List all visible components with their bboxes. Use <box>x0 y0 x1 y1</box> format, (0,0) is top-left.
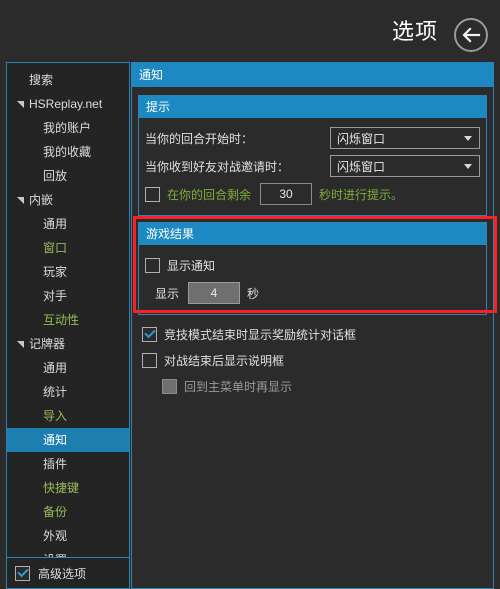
sidebar-item-label: 窗口 <box>43 241 67 255</box>
option-label-0: 竞技模式结束时显示奖励统计对话框 <box>164 326 356 343</box>
back-button[interactable] <box>454 18 488 52</box>
sidebar-item-label: 回放 <box>43 169 67 183</box>
sidebar-item-label: 外观 <box>43 529 67 543</box>
sidebar-item-label: HSReplay.net <box>29 97 102 111</box>
content-area: 搜索HSReplay.net我的账户我的收藏回放内嵌通用窗口玩家对手互动性记牌器… <box>0 62 500 589</box>
option-row-0[interactable]: 竞技模式结束时显示奖励统计对话框 <box>138 321 487 347</box>
sidebar-item-3[interactable]: 我的收藏 <box>7 140 129 164</box>
row-show-notification: 显示通知 <box>145 251 480 279</box>
notification-duration-input[interactable] <box>188 282 240 304</box>
sidebar-item-5[interactable]: 内嵌 <box>7 188 129 212</box>
sidebar-item-label: 设置 <box>43 553 67 557</box>
sidebar-item-18[interactable]: 备份 <box>7 500 129 524</box>
sidebar-item-label: 通知 <box>43 433 67 447</box>
friend-challenge-dropdown[interactable]: 闪烁窗口 <box>330 155 480 177</box>
friend-challenge-label: 当你收到好友对战邀请时： <box>145 158 289 175</box>
option-checkbox-2 <box>162 379 177 394</box>
sidebar-item-14[interactable]: 导入 <box>7 404 129 428</box>
arrow-left-icon <box>461 27 481 43</box>
sidebar-item-label: 统计 <box>43 385 67 399</box>
sidebar-item-2[interactable]: 我的账户 <box>7 116 129 140</box>
option-checkbox-1[interactable] <box>142 353 157 368</box>
sidebar-item-1[interactable]: HSReplay.net <box>7 92 129 116</box>
advanced-options-label: 高级选项 <box>38 565 86 582</box>
sidebar-item-15[interactable]: 通知 <box>7 428 129 452</box>
chevron-down-icon[interactable] <box>16 92 26 116</box>
main-panel: 通知 提示 当你的回合开始时： 闪烁窗口 <box>131 62 494 589</box>
panel-body: 提示 当你的回合开始时： 闪烁窗口 当你收到好友对战邀请时： <box>132 87 493 399</box>
options-window: 选项 搜索HSReplay.net我的账户我的收藏回放内嵌通用窗口玩家对手互动性… <box>0 0 500 589</box>
turn-start-value: 闪烁窗口 <box>337 130 385 147</box>
sidebar-item-11[interactable]: 记牌器 <box>7 332 129 356</box>
duration-suffix-label: 秒 <box>247 285 259 302</box>
option-label-1: 对战结束后显示说明框 <box>164 352 284 369</box>
sidebar-item-7[interactable]: 窗口 <box>7 236 129 260</box>
row-notification-duration: 显示 秒 <box>145 279 480 307</box>
sidebar-item-8[interactable]: 玩家 <box>7 260 129 284</box>
chevron-down-icon[interactable] <box>16 332 26 356</box>
advanced-options-toggle[interactable]: 高级选项 <box>7 557 129 588</box>
sidebar-item-19[interactable]: 外观 <box>7 524 129 548</box>
option-label-2: 回到主菜单时再显示 <box>184 378 292 395</box>
sidebar-item-13[interactable]: 统计 <box>7 380 129 404</box>
sidebar-tree: 搜索HSReplay.net我的账户我的收藏回放内嵌通用窗口玩家对手互动性记牌器… <box>7 63 129 557</box>
sidebar-item-label: 通用 <box>43 361 67 375</box>
sidebar-item-20[interactable]: 设置 <box>7 548 129 557</box>
sidebar-item-10[interactable]: 互动性 <box>7 308 129 332</box>
sidebar-item-label: 备份 <box>43 505 67 519</box>
option-row-1[interactable]: 对战结束后显示说明框 <box>138 347 487 373</box>
group-tips-title: 提示 <box>139 96 486 118</box>
sidebar-item-0[interactable]: 搜索 <box>7 68 129 92</box>
turn-start-label: 当你的回合开始时： <box>145 130 253 147</box>
row-friend-challenge: 当你收到好友对战邀请时： 闪烁窗口 <box>145 152 480 180</box>
panel-header: 通知 <box>132 63 493 87</box>
sidebar-item-6[interactable]: 通用 <box>7 212 129 236</box>
sidebar-item-label: 内嵌 <box>29 193 53 207</box>
option-checkbox-0[interactable] <box>142 327 157 342</box>
remaining-time-checkbox[interactable] <box>145 187 160 202</box>
group-game-result: 游戏结果 显示通知 显示 秒 <box>138 222 487 315</box>
page-title: 选项 <box>392 18 438 46</box>
show-notification-checkbox[interactable] <box>145 258 160 273</box>
turn-start-dropdown[interactable]: 闪烁窗口 <box>330 127 480 149</box>
friend-challenge-value: 闪烁窗口 <box>337 158 385 175</box>
duration-prefix-label: 显示 <box>155 285 179 302</box>
group-tips-content: 当你的回合开始时： 闪烁窗口 当你收到好友对战邀请时： 闪烁窗口 <box>139 118 486 215</box>
chevron-down-icon <box>464 136 472 141</box>
show-notification-label: 显示通知 <box>167 257 215 274</box>
sidebar-item-label: 导入 <box>43 409 67 423</box>
sidebar-item-16[interactable]: 插件 <box>7 452 129 476</box>
remaining-time-prefix-label: 在你的回合剩余 <box>167 186 251 203</box>
sidebar-item-label: 互动性 <box>43 313 79 327</box>
advanced-options-checkbox[interactable] <box>15 566 30 581</box>
sidebar-item-9[interactable]: 对手 <box>7 284 129 308</box>
group-game-result-content: 显示通知 显示 秒 <box>139 245 486 314</box>
standalone-options-list: 竞技模式结束时显示奖励统计对话框对战结束后显示说明框回到主菜单时再显示 <box>138 321 487 399</box>
sidebar-item-label: 搜索 <box>29 73 53 87</box>
sidebar-item-label: 插件 <box>43 457 67 471</box>
group-game-result-title: 游戏结果 <box>139 223 486 245</box>
chevron-down-icon <box>464 164 472 169</box>
sidebar-item-label: 通用 <box>43 217 67 231</box>
option-row-2[interactable]: 回到主菜单时再显示 <box>138 373 487 399</box>
sidebar-item-label: 记牌器 <box>29 337 65 351</box>
sidebar-item-label: 我的账户 <box>43 121 91 135</box>
sidebar-item-4[interactable]: 回放 <box>7 164 129 188</box>
sidebar-item-label: 快捷键 <box>43 481 79 495</box>
group-tips: 提示 当你的回合开始时： 闪烁窗口 当你收到好友对战邀请时： <box>138 95 487 216</box>
sidebar-item-label: 我的收藏 <box>43 145 91 159</box>
sidebar-item-12[interactable]: 通用 <box>7 356 129 380</box>
remaining-time-input[interactable] <box>260 183 312 205</box>
row-turn-start: 当你的回合开始时： 闪烁窗口 <box>145 124 480 152</box>
row-remaining-time: 在你的回合剩余 秒时进行提示。 <box>145 180 480 208</box>
sidebar-item-label: 玩家 <box>43 265 67 279</box>
sidebar-item-label: 对手 <box>43 289 67 303</box>
title-bar: 选项 <box>0 0 500 62</box>
chevron-down-icon[interactable] <box>16 188 26 212</box>
remaining-time-suffix-label: 秒时进行提示。 <box>319 186 403 203</box>
sidebar: 搜索HSReplay.net我的账户我的收藏回放内嵌通用窗口玩家对手互动性记牌器… <box>6 62 130 589</box>
sidebar-item-17[interactable]: 快捷键 <box>7 476 129 500</box>
